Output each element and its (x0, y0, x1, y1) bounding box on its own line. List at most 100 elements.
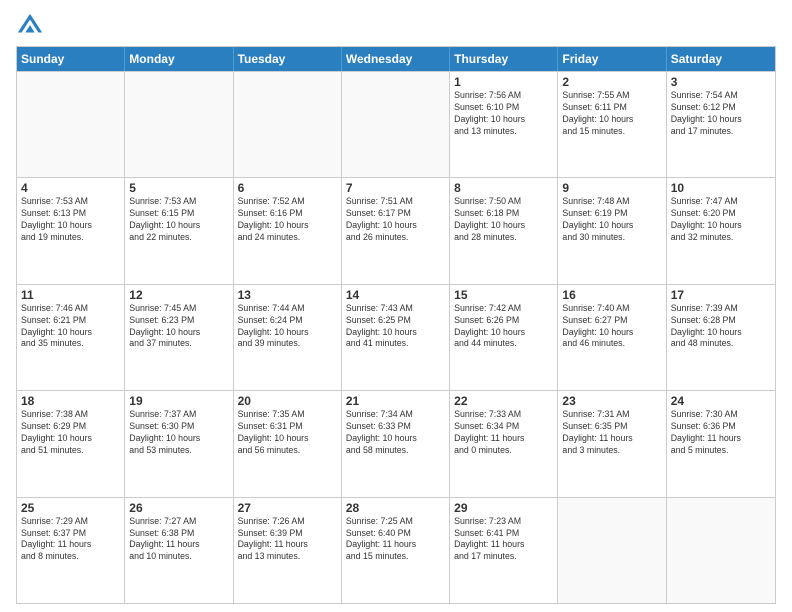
day-info: Sunrise: 7:26 AM Sunset: 6:39 PM Dayligh… (238, 516, 337, 564)
logo (16, 12, 48, 40)
day-number: 4 (21, 181, 120, 195)
calendar-cell: 12Sunrise: 7:45 AM Sunset: 6:23 PM Dayli… (125, 285, 233, 390)
calendar: SundayMondayTuesdayWednesdayThursdayFrid… (16, 46, 776, 604)
day-info: Sunrise: 7:50 AM Sunset: 6:18 PM Dayligh… (454, 196, 553, 244)
calendar-cell: 24Sunrise: 7:30 AM Sunset: 6:36 PM Dayli… (667, 391, 775, 496)
day-info: Sunrise: 7:53 AM Sunset: 6:13 PM Dayligh… (21, 196, 120, 244)
day-info: Sunrise: 7:55 AM Sunset: 6:11 PM Dayligh… (562, 90, 661, 138)
calendar-cell (234, 72, 342, 177)
day-info: Sunrise: 7:54 AM Sunset: 6:12 PM Dayligh… (671, 90, 771, 138)
day-number: 10 (671, 181, 771, 195)
day-info: Sunrise: 7:43 AM Sunset: 6:25 PM Dayligh… (346, 303, 445, 351)
day-number: 21 (346, 394, 445, 408)
day-number: 26 (129, 501, 228, 515)
day-number: 15 (454, 288, 553, 302)
day-info: Sunrise: 7:46 AM Sunset: 6:21 PM Dayligh… (21, 303, 120, 351)
day-info: Sunrise: 7:42 AM Sunset: 6:26 PM Dayligh… (454, 303, 553, 351)
day-number: 6 (238, 181, 337, 195)
day-info: Sunrise: 7:48 AM Sunset: 6:19 PM Dayligh… (562, 196, 661, 244)
day-number: 9 (562, 181, 661, 195)
page: SundayMondayTuesdayWednesdayThursdayFrid… (0, 0, 792, 612)
day-info: Sunrise: 7:27 AM Sunset: 6:38 PM Dayligh… (129, 516, 228, 564)
day-info: Sunrise: 7:31 AM Sunset: 6:35 PM Dayligh… (562, 409, 661, 457)
day-number: 18 (21, 394, 120, 408)
calendar-cell: 5Sunrise: 7:53 AM Sunset: 6:15 PM Daylig… (125, 178, 233, 283)
calendar-cell: 29Sunrise: 7:23 AM Sunset: 6:41 PM Dayli… (450, 498, 558, 603)
day-info: Sunrise: 7:53 AM Sunset: 6:15 PM Dayligh… (129, 196, 228, 244)
day-number: 25 (21, 501, 120, 515)
calendar-cell: 19Sunrise: 7:37 AM Sunset: 6:30 PM Dayli… (125, 391, 233, 496)
calendar-cell: 26Sunrise: 7:27 AM Sunset: 6:38 PM Dayli… (125, 498, 233, 603)
header-cell-monday: Monday (125, 47, 233, 71)
calendar-cell: 10Sunrise: 7:47 AM Sunset: 6:20 PM Dayli… (667, 178, 775, 283)
day-number: 28 (346, 501, 445, 515)
calendar-cell (558, 498, 666, 603)
day-number: 5 (129, 181, 228, 195)
day-number: 13 (238, 288, 337, 302)
day-number: 27 (238, 501, 337, 515)
calendar-cell: 18Sunrise: 7:38 AM Sunset: 6:29 PM Dayli… (17, 391, 125, 496)
day-number: 12 (129, 288, 228, 302)
day-info: Sunrise: 7:37 AM Sunset: 6:30 PM Dayligh… (129, 409, 228, 457)
calendar-row: 1Sunrise: 7:56 AM Sunset: 6:10 PM Daylig… (17, 71, 775, 177)
calendar-cell (342, 72, 450, 177)
logo-icon (16, 12, 44, 40)
calendar-cell: 8Sunrise: 7:50 AM Sunset: 6:18 PM Daylig… (450, 178, 558, 283)
calendar-cell: 21Sunrise: 7:34 AM Sunset: 6:33 PM Dayli… (342, 391, 450, 496)
header-cell-thursday: Thursday (450, 47, 558, 71)
calendar-row: 25Sunrise: 7:29 AM Sunset: 6:37 PM Dayli… (17, 497, 775, 603)
header-cell-wednesday: Wednesday (342, 47, 450, 71)
calendar-cell: 3Sunrise: 7:54 AM Sunset: 6:12 PM Daylig… (667, 72, 775, 177)
calendar-cell: 7Sunrise: 7:51 AM Sunset: 6:17 PM Daylig… (342, 178, 450, 283)
calendar-cell: 9Sunrise: 7:48 AM Sunset: 6:19 PM Daylig… (558, 178, 666, 283)
day-number: 2 (562, 75, 661, 89)
day-info: Sunrise: 7:30 AM Sunset: 6:36 PM Dayligh… (671, 409, 771, 457)
day-info: Sunrise: 7:39 AM Sunset: 6:28 PM Dayligh… (671, 303, 771, 351)
day-info: Sunrise: 7:38 AM Sunset: 6:29 PM Dayligh… (21, 409, 120, 457)
calendar-cell (125, 72, 233, 177)
header-cell-tuesday: Tuesday (234, 47, 342, 71)
day-info: Sunrise: 7:45 AM Sunset: 6:23 PM Dayligh… (129, 303, 228, 351)
header-cell-saturday: Saturday (667, 47, 775, 71)
calendar-cell: 23Sunrise: 7:31 AM Sunset: 6:35 PM Dayli… (558, 391, 666, 496)
calendar-header: SundayMondayTuesdayWednesdayThursdayFrid… (17, 47, 775, 71)
calendar-cell: 25Sunrise: 7:29 AM Sunset: 6:37 PM Dayli… (17, 498, 125, 603)
day-info: Sunrise: 7:40 AM Sunset: 6:27 PM Dayligh… (562, 303, 661, 351)
calendar-cell: 14Sunrise: 7:43 AM Sunset: 6:25 PM Dayli… (342, 285, 450, 390)
header (16, 12, 776, 40)
calendar-cell: 1Sunrise: 7:56 AM Sunset: 6:10 PM Daylig… (450, 72, 558, 177)
day-number: 19 (129, 394, 228, 408)
day-info: Sunrise: 7:33 AM Sunset: 6:34 PM Dayligh… (454, 409, 553, 457)
day-number: 14 (346, 288, 445, 302)
calendar-cell: 20Sunrise: 7:35 AM Sunset: 6:31 PM Dayli… (234, 391, 342, 496)
day-number: 1 (454, 75, 553, 89)
calendar-cell (17, 72, 125, 177)
day-info: Sunrise: 7:29 AM Sunset: 6:37 PM Dayligh… (21, 516, 120, 564)
calendar-row: 18Sunrise: 7:38 AM Sunset: 6:29 PM Dayli… (17, 390, 775, 496)
calendar-cell: 13Sunrise: 7:44 AM Sunset: 6:24 PM Dayli… (234, 285, 342, 390)
calendar-cell: 22Sunrise: 7:33 AM Sunset: 6:34 PM Dayli… (450, 391, 558, 496)
calendar-cell: 6Sunrise: 7:52 AM Sunset: 6:16 PM Daylig… (234, 178, 342, 283)
calendar-cell: 2Sunrise: 7:55 AM Sunset: 6:11 PM Daylig… (558, 72, 666, 177)
day-info: Sunrise: 7:35 AM Sunset: 6:31 PM Dayligh… (238, 409, 337, 457)
day-number: 11 (21, 288, 120, 302)
day-info: Sunrise: 7:34 AM Sunset: 6:33 PM Dayligh… (346, 409, 445, 457)
calendar-cell: 16Sunrise: 7:40 AM Sunset: 6:27 PM Dayli… (558, 285, 666, 390)
calendar-cell: 11Sunrise: 7:46 AM Sunset: 6:21 PM Dayli… (17, 285, 125, 390)
day-number: 17 (671, 288, 771, 302)
calendar-cell: 28Sunrise: 7:25 AM Sunset: 6:40 PM Dayli… (342, 498, 450, 603)
day-number: 16 (562, 288, 661, 302)
day-number: 7 (346, 181, 445, 195)
day-info: Sunrise: 7:23 AM Sunset: 6:41 PM Dayligh… (454, 516, 553, 564)
day-info: Sunrise: 7:25 AM Sunset: 6:40 PM Dayligh… (346, 516, 445, 564)
calendar-cell: 17Sunrise: 7:39 AM Sunset: 6:28 PM Dayli… (667, 285, 775, 390)
header-cell-friday: Friday (558, 47, 666, 71)
day-info: Sunrise: 7:44 AM Sunset: 6:24 PM Dayligh… (238, 303, 337, 351)
calendar-cell: 27Sunrise: 7:26 AM Sunset: 6:39 PM Dayli… (234, 498, 342, 603)
day-number: 22 (454, 394, 553, 408)
day-info: Sunrise: 7:47 AM Sunset: 6:20 PM Dayligh… (671, 196, 771, 244)
calendar-cell: 4Sunrise: 7:53 AM Sunset: 6:13 PM Daylig… (17, 178, 125, 283)
calendar-row: 11Sunrise: 7:46 AM Sunset: 6:21 PM Dayli… (17, 284, 775, 390)
day-number: 3 (671, 75, 771, 89)
day-number: 24 (671, 394, 771, 408)
